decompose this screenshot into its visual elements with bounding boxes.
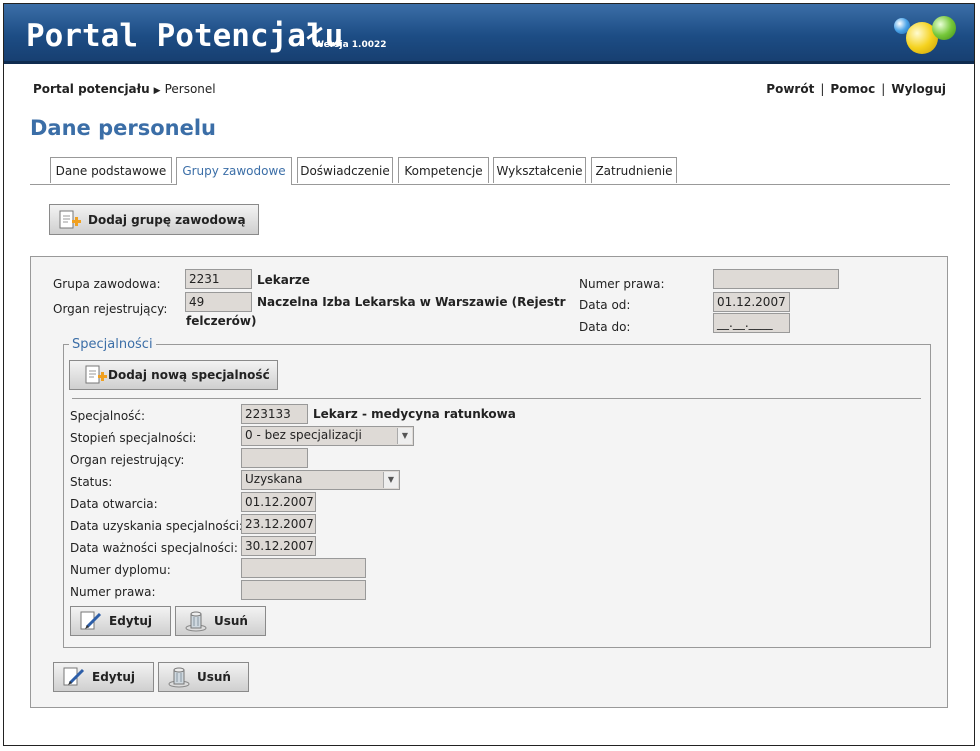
chevron-down-icon[interactable]: ▼ <box>397 428 412 444</box>
edit-pencil-icon <box>62 666 86 688</box>
status-label: Status: <box>70 475 113 489</box>
data-od-label: Data od: <box>579 298 631 312</box>
spec-organ-label: Organ rejestrujący: <box>70 453 185 467</box>
tab-wyksztalcenie[interactable]: Wykształcenie <box>493 157 586 183</box>
add-document-icon <box>84 364 108 386</box>
tab-grupy-zawodowe[interactable]: Grupy zawodowe <box>176 157 292 185</box>
numer-dyplomu-field[interactable] <box>241 558 366 578</box>
breadcrumb: Portal potencjału ▶ Personel <box>33 82 216 96</box>
tab-doswiadczenie[interactable]: Doświadczenie <box>297 157 393 183</box>
breadcrumb-arrow-icon: ▶ <box>153 86 161 96</box>
page-title: Dane personelu <box>30 116 217 140</box>
specjalnosc-name: Lekarz - medycyna ratunkowa <box>313 407 516 421</box>
header-bar: Portal Potencjału Wersja 1.0022 <box>4 4 974 64</box>
divider <box>72 398 921 399</box>
status-select[interactable]: Uzyskana ▼ <box>241 470 400 490</box>
spec-numer-prawa-label: Numer prawa: <box>70 585 156 599</box>
breadcrumb-current: Personel <box>164 82 216 96</box>
grupa-name: Lekarze <box>257 273 310 287</box>
back-link[interactable]: Powrót <box>766 82 814 96</box>
organ-code-field[interactable]: 49 <box>185 292 252 312</box>
grupa-code-field[interactable]: 2231 <box>185 269 252 289</box>
grupa-label: Grupa zawodowa: <box>53 277 161 291</box>
data-do-field[interactable]: __.__.____ <box>713 313 790 333</box>
app-version: Wersja 1.0022 <box>314 40 387 50</box>
add-group-button[interactable]: Dodaj grupę zawodową <box>49 204 259 235</box>
spec-delete-button[interactable]: Usuń <box>175 606 266 636</box>
logo-balls-icon <box>890 12 960 56</box>
tab-bar: Dane podstawowe Grupy zawodowe Doświadcz… <box>30 157 950 185</box>
data-otwarcia-label: Data otwarcia: <box>70 497 158 511</box>
specjalnosci-legend: Specjalności <box>69 337 156 352</box>
data-uzyskania-field[interactable]: 23.12.2007 <box>241 514 316 534</box>
group-delete-button[interactable]: Usuń <box>158 662 249 692</box>
organ-label: Organ rejestrujący: <box>53 302 168 316</box>
breadcrumb-root[interactable]: Portal potencjału <box>33 82 150 96</box>
tab-dane-podstawowe[interactable]: Dane podstawowe <box>50 157 172 183</box>
data-waznosci-field[interactable]: 30.12.2007 <box>241 536 316 556</box>
data-otwarcia-field[interactable]: 01.12.2007 <box>241 492 316 512</box>
data-waznosci-label: Data ważności specjalności: <box>70 541 238 555</box>
add-specialty-button[interactable]: Dodaj nową specjalność <box>69 360 278 390</box>
trash-bin-icon <box>184 610 208 632</box>
numer-prawa-label: Numer prawa: <box>579 277 665 291</box>
data-od-field[interactable]: 01.12.2007 <box>713 292 790 312</box>
trash-bin-icon <box>167 666 191 688</box>
top-links: Powrót | Pomoc | Wyloguj <box>766 82 946 96</box>
group-edit-button[interactable]: Edytuj <box>53 662 154 692</box>
app-title: Portal Potencjału <box>26 18 344 54</box>
logout-link[interactable]: Wyloguj <box>891 82 946 96</box>
stopien-select[interactable]: 0 - bez specjalizacji ▼ <box>241 426 414 446</box>
data-uzyskania-label: Data uzyskania specjalności: <box>70 519 243 533</box>
add-document-icon <box>58 209 82 231</box>
help-link[interactable]: Pomoc <box>830 82 875 96</box>
spec-numer-prawa-field[interactable] <box>241 580 366 600</box>
stopien-label: Stopień specjalności: <box>70 431 197 445</box>
tab-kompetencje[interactable]: Kompetencje <box>398 157 489 183</box>
chevron-down-icon[interactable]: ▼ <box>383 472 398 488</box>
spec-edit-button[interactable]: Edytuj <box>70 606 171 636</box>
numer-dyplomu-label: Numer dyplomu: <box>70 563 171 577</box>
organ-name-line2: felczerów) <box>186 314 257 328</box>
data-do-label: Data do: <box>579 320 631 334</box>
numer-prawa-field[interactable] <box>713 269 839 289</box>
app-window: Portal Potencjału Wersja 1.0022 Portal p… <box>3 3 975 746</box>
tab-zatrudnienie[interactable]: Zatrudnienie <box>591 157 677 183</box>
spec-organ-field[interactable] <box>241 448 308 468</box>
edit-pencil-icon <box>79 610 103 632</box>
organ-name-line1: Naczelna Izba Lekarska w Warszawie (Reje… <box>257 295 566 309</box>
specjalnosc-label: Specjalność: <box>70 409 146 423</box>
specjalnosc-code-field[interactable]: 223133 <box>241 404 308 424</box>
